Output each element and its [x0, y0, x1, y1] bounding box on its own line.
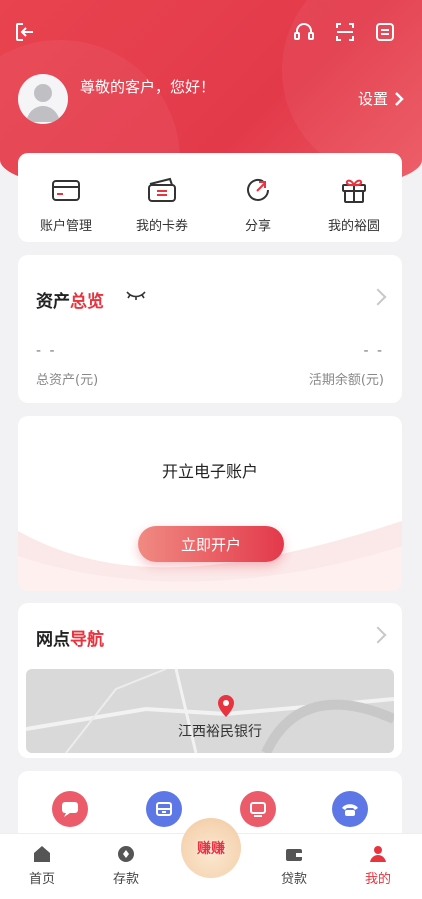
open-account-title: 开立电子账户 — [161, 462, 258, 481]
avatar[interactable] — [18, 74, 68, 124]
headset-icon[interactable] — [291, 19, 317, 45]
quick-action-label: 我的裕圆 — [327, 219, 380, 234]
tab-deposit[interactable]: 存款 — [96, 844, 156, 887]
tab-mine[interactable]: 我的 — [348, 844, 408, 887]
inbox-icon[interactable] — [146, 791, 182, 827]
location-pin-icon — [218, 695, 234, 717]
greeting-text: 尊敬的客户，您好！ — [80, 78, 216, 96]
card-icon — [52, 180, 80, 201]
quick-action-label: 我的卡券 — [135, 219, 188, 234]
message-icon[interactable] — [372, 19, 398, 45]
tab-loan[interactable]: 贷款 — [264, 844, 324, 887]
settings-button[interactable]: 设置 — [358, 88, 404, 109]
eye-closed-icon[interactable] — [125, 287, 147, 306]
branch-navigation-card: 网点导航 江西裕民银行 — [18, 603, 402, 758]
assets-overview-card[interactable]: 资产总览 - - - - 总资产(元) 活期余额(元) — [18, 255, 402, 403]
home-icon — [34, 846, 50, 862]
open-account-button[interactable]: 立即开户 — [138, 526, 284, 562]
scan-icon[interactable] — [332, 19, 358, 45]
chevron-right-icon — [395, 91, 404, 106]
open-account-card: 开立电子账户 立即开户 — [18, 416, 402, 591]
center-earn-label: 赚赚 — [197, 841, 225, 857]
exit-icon[interactable] — [12, 19, 38, 45]
settings-label: 设置 — [357, 90, 388, 108]
chevron-right-icon — [369, 288, 387, 306]
quick-actions-card: 账户管理 我的卡券 分享 我的裕圆 — [18, 153, 402, 242]
phone-icon[interactable] — [332, 791, 368, 827]
chevron-right-icon[interactable] — [369, 626, 387, 644]
quick-action-label: 分享 — [244, 219, 271, 234]
current-balance-value: - - — [363, 343, 384, 359]
branch-map[interactable]: 江西裕民银行 — [26, 669, 394, 753]
profile-icon — [370, 846, 386, 862]
assets-title: 资产总览 — [36, 292, 104, 312]
quick-action-my-yuyuan[interactable]: 我的裕圆 — [306, 153, 402, 242]
navigation-title: 网点导航 — [36, 630, 104, 650]
coupon-icon — [148, 177, 176, 202]
quick-action-account-management[interactable]: 账户管理 — [18, 153, 114, 242]
tab-home[interactable]: 首页 — [12, 844, 72, 887]
gift-icon — [342, 179, 366, 203]
quick-action-share[interactable]: 分享 — [210, 153, 306, 242]
center-earn-button[interactable]: 赚赚 — [181, 818, 241, 878]
total-assets-label: 总资产(元) — [36, 373, 99, 388]
share-icon — [247, 178, 269, 201]
map-label: 江西裕民银行 — [178, 724, 262, 740]
screen-icon[interactable] — [240, 791, 276, 827]
quick-action-my-coupons[interactable]: 我的卡券 — [114, 153, 210, 242]
wallet-icon — [286, 849, 302, 861]
quick-action-label: 账户管理 — [39, 219, 92, 234]
total-assets-value: - - — [36, 343, 57, 359]
chat-icon[interactable] — [52, 791, 88, 827]
current-balance-label: 活期余额(元) — [308, 373, 384, 388]
deposit-icon — [118, 846, 134, 862]
